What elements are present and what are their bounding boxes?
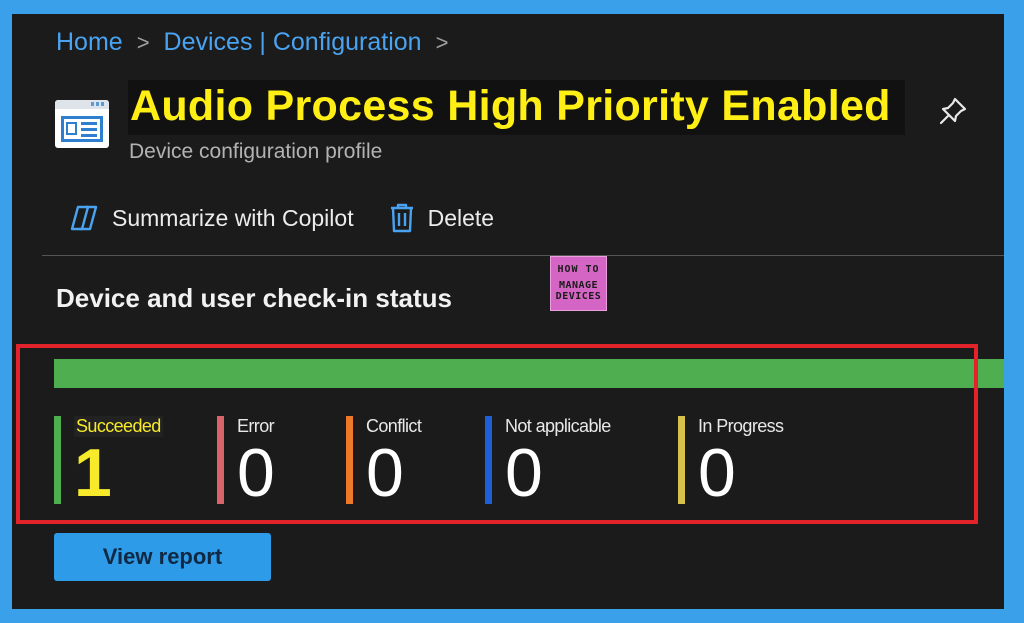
delete-label: Delete bbox=[427, 204, 495, 231]
configuration-profile-icon bbox=[55, 100, 109, 148]
breadcrumb-separator: > bbox=[435, 29, 449, 55]
page-subtitle: Device configuration profile bbox=[129, 140, 383, 163]
annotation-highlight-box bbox=[16, 344, 978, 524]
pin-icon[interactable] bbox=[936, 94, 970, 128]
breadcrumb-home-link[interactable]: Home bbox=[56, 28, 123, 57]
delete-button[interactable]: Delete bbox=[388, 202, 494, 234]
breadcrumb: Home > Devices | Configuration > bbox=[56, 28, 462, 57]
profile-overview-panel: Home > Devices | Configuration > Audio P… bbox=[12, 14, 1004, 609]
page-title: Audio Process High Priority Enabled bbox=[128, 80, 905, 135]
view-report-button[interactable]: View report bbox=[54, 533, 271, 581]
breadcrumb-separator: > bbox=[136, 29, 150, 55]
breadcrumb-devices-configuration-link[interactable]: Devices | Configuration bbox=[164, 28, 422, 57]
check-in-status-heading: Device and user check-in status bbox=[56, 283, 452, 313]
command-bar: Summarize with Copilot Delete bbox=[68, 202, 494, 234]
summarize-copilot-button[interactable]: Summarize with Copilot bbox=[68, 204, 354, 232]
summarize-copilot-label: Summarize with Copilot bbox=[112, 204, 354, 231]
divider bbox=[42, 255, 1004, 256]
howto-manage-devices-logo: HOW TO MANAGE DEVICES bbox=[550, 256, 607, 311]
copilot-icon bbox=[70, 205, 98, 231]
trash-icon bbox=[390, 203, 413, 233]
